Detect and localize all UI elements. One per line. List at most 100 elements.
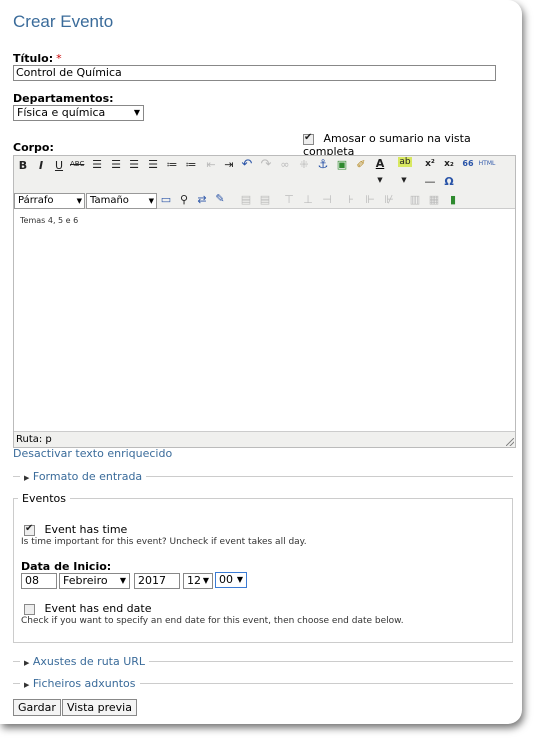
cleanup-icon[interactable]: ✐: [354, 158, 368, 171]
table-props-icon[interactable]: ▤: [258, 193, 272, 206]
film-icon[interactable]: ▮: [446, 193, 460, 206]
format-select[interactable]: Párrafo ▼: [14, 193, 85, 209]
align-justify-icon[interactable]: ☰: [146, 158, 160, 171]
size-select[interactable]: Tamaño ▼: [86, 193, 157, 209]
editor-toolbar: B I U ABC ☰ ☰ ☰ ☰ ≔ ≔ ⇤ ⇥ ↶ ↷ ∞ ⁜ ⚓ ▣ ✐ …: [14, 156, 515, 209]
strikethrough-icon[interactable]: ABC: [70, 160, 84, 168]
axustes-label: Axustes de ruta URL: [32, 655, 146, 668]
formato-label: Formato de entrada: [32, 470, 143, 483]
numbered-list-icon[interactable]: ≔: [184, 158, 198, 171]
start-hour-value: 12: [187, 574, 201, 587]
departamentos-value: Física e química: [17, 106, 106, 119]
start-month-select[interactable]: Febreiro ▼: [59, 573, 130, 589]
unlink-icon[interactable]: ⁜: [297, 158, 311, 171]
has-time-checkbox[interactable]: [24, 523, 35, 536]
editor-content-area[interactable]: Temas 4, 5 e 6: [14, 209, 515, 430]
align-center-icon[interactable]: ☰: [109, 158, 123, 171]
chevron-down-icon: ▼: [236, 575, 243, 584]
undo-icon[interactable]: ↶: [240, 157, 254, 172]
table-icon[interactable]: ▤: [239, 193, 253, 206]
has-end-row: Event has end date: [24, 602, 151, 615]
has-end-help: Check if you want to specify an end date…: [21, 616, 404, 626]
caret-right-icon: ▶: [24, 681, 30, 689]
chevron-down-icon: ▼: [119, 576, 126, 585]
edit-icon[interactable]: ✎: [213, 192, 227, 205]
chevron-down-icon: ▼: [76, 197, 82, 205]
editor-path-bar: Ruta: p: [14, 431, 515, 447]
required-marker: *: [56, 52, 62, 65]
replace-icon[interactable]: ⇄: [195, 193, 209, 206]
start-minute-select[interactable]: 00 ▼: [215, 572, 247, 588]
anchor-icon[interactable]: ⚓: [316, 157, 330, 171]
align-right-icon[interactable]: ☰: [127, 158, 141, 171]
resize-handle-icon[interactable]: [506, 438, 514, 446]
image-icon[interactable]: ▣: [335, 158, 349, 171]
chevron-down-icon: ▼: [133, 108, 140, 117]
content-panel: Crear Evento Título: * Control de Química…: [0, 0, 522, 724]
text-color-icon[interactable]: A: [373, 157, 387, 170]
editor-path: Ruta: p: [16, 434, 52, 445]
bullet-list-icon[interactable]: ≔: [165, 158, 179, 171]
caret-right-icon: ▶: [24, 474, 30, 482]
editor-content: Temas 4, 5 e 6: [20, 216, 79, 225]
chevron-down-icon: ▼: [148, 197, 154, 205]
disable-rich-text-link[interactable]: Desactivar texto enriquecido: [13, 447, 172, 460]
titulo-input[interactable]: Control de Química: [13, 65, 496, 81]
merge-cells-icon[interactable]: ▦: [427, 193, 441, 206]
axustes-toggle[interactable]: ▶ Axustes de ruta URL: [20, 655, 150, 668]
start-date-label: Data de Inicio:: [21, 560, 112, 573]
start-year-input[interactable]: 2017: [134, 573, 180, 589]
delete-row-icon[interactable]: ⊣: [320, 193, 334, 206]
delete-col-icon[interactable]: ⊮: [382, 193, 396, 206]
departamentos-select[interactable]: Física e química ▼: [13, 105, 144, 121]
corpo-label: Corpo:: [13, 141, 54, 154]
rich-text-editor: B I U ABC ☰ ☰ ☰ ☰ ≔ ≔ ⇤ ⇥ ↶ ↷ ∞ ⁜ ⚓ ▣ ✐ …: [13, 155, 516, 448]
ficheiros-toggle[interactable]: ▶ Ficheiros adxuntos: [20, 677, 140, 690]
align-left-icon[interactable]: ☰: [90, 158, 104, 171]
italic-icon[interactable]: I: [34, 159, 48, 172]
caret-right-icon: ▶: [24, 659, 30, 667]
outdent-icon[interactable]: ⇤: [204, 158, 218, 171]
format-select-value: Párrafo: [18, 195, 54, 206]
chevron-down-icon: ▼: [202, 576, 209, 585]
insert-col-after-icon[interactable]: ⊩: [363, 193, 377, 206]
has-time-row: Event has time: [24, 523, 127, 536]
link-icon[interactable]: ∞: [278, 158, 292, 171]
departamentos-label: Departamentos:: [13, 92, 114, 105]
find-icon[interactable]: ⚲: [177, 193, 191, 206]
summary-checkbox[interactable]: [303, 132, 314, 145]
page-title: Crear Evento: [13, 12, 114, 31]
formato-toggle[interactable]: ▶ Formato de entrada: [20, 470, 147, 483]
bold-icon[interactable]: B: [16, 159, 30, 172]
start-month-value: Febreiro: [63, 574, 108, 587]
save-button[interactable]: Gardar: [13, 699, 61, 716]
highlight-icon[interactable]: ab: [398, 157, 412, 167]
size-select-value: Tamaño: [90, 195, 129, 206]
insert-col-before-icon[interactable]: ⊦: [344, 193, 358, 206]
horizontal-rule-icon[interactable]: —: [423, 175, 437, 188]
quote-icon[interactable]: 66: [461, 159, 475, 168]
text-color-dropdown-icon[interactable]: ▼: [373, 176, 387, 184]
start-day-input[interactable]: 08: [21, 573, 57, 589]
underline-icon[interactable]: U: [52, 159, 66, 172]
eventos-legend: Eventos: [18, 492, 70, 505]
indent-icon[interactable]: ⇥: [222, 158, 236, 171]
html-icon[interactable]: HTML: [477, 160, 497, 167]
superscript-icon[interactable]: x²: [423, 159, 437, 169]
highlight-dropdown-icon[interactable]: ▼: [397, 176, 411, 184]
insert-row-before-icon[interactable]: ⊤: [282, 193, 296, 206]
special-char-icon[interactable]: Ω: [442, 175, 456, 188]
ficheiros-label: Ficheiros adxuntos: [32, 677, 136, 690]
titulo-label: Título: *: [13, 52, 62, 65]
insert-row-after-icon[interactable]: ⊥: [301, 193, 315, 206]
redo-icon[interactable]: ↷: [259, 157, 273, 172]
preview-button[interactable]: Vista previa: [62, 699, 137, 716]
media-icon[interactable]: ▭: [159, 193, 173, 206]
start-hour-select[interactable]: 12 ▼: [183, 573, 213, 589]
has-time-label: Event has time: [44, 523, 128, 536]
has-time-help: Is time important for this event? Unchec…: [21, 537, 307, 547]
has-end-label: Event has end date: [44, 602, 152, 615]
has-end-checkbox[interactable]: [24, 603, 35, 615]
subscript-icon[interactable]: x₂: [442, 159, 456, 169]
split-cells-icon[interactable]: ▥: [408, 193, 422, 206]
